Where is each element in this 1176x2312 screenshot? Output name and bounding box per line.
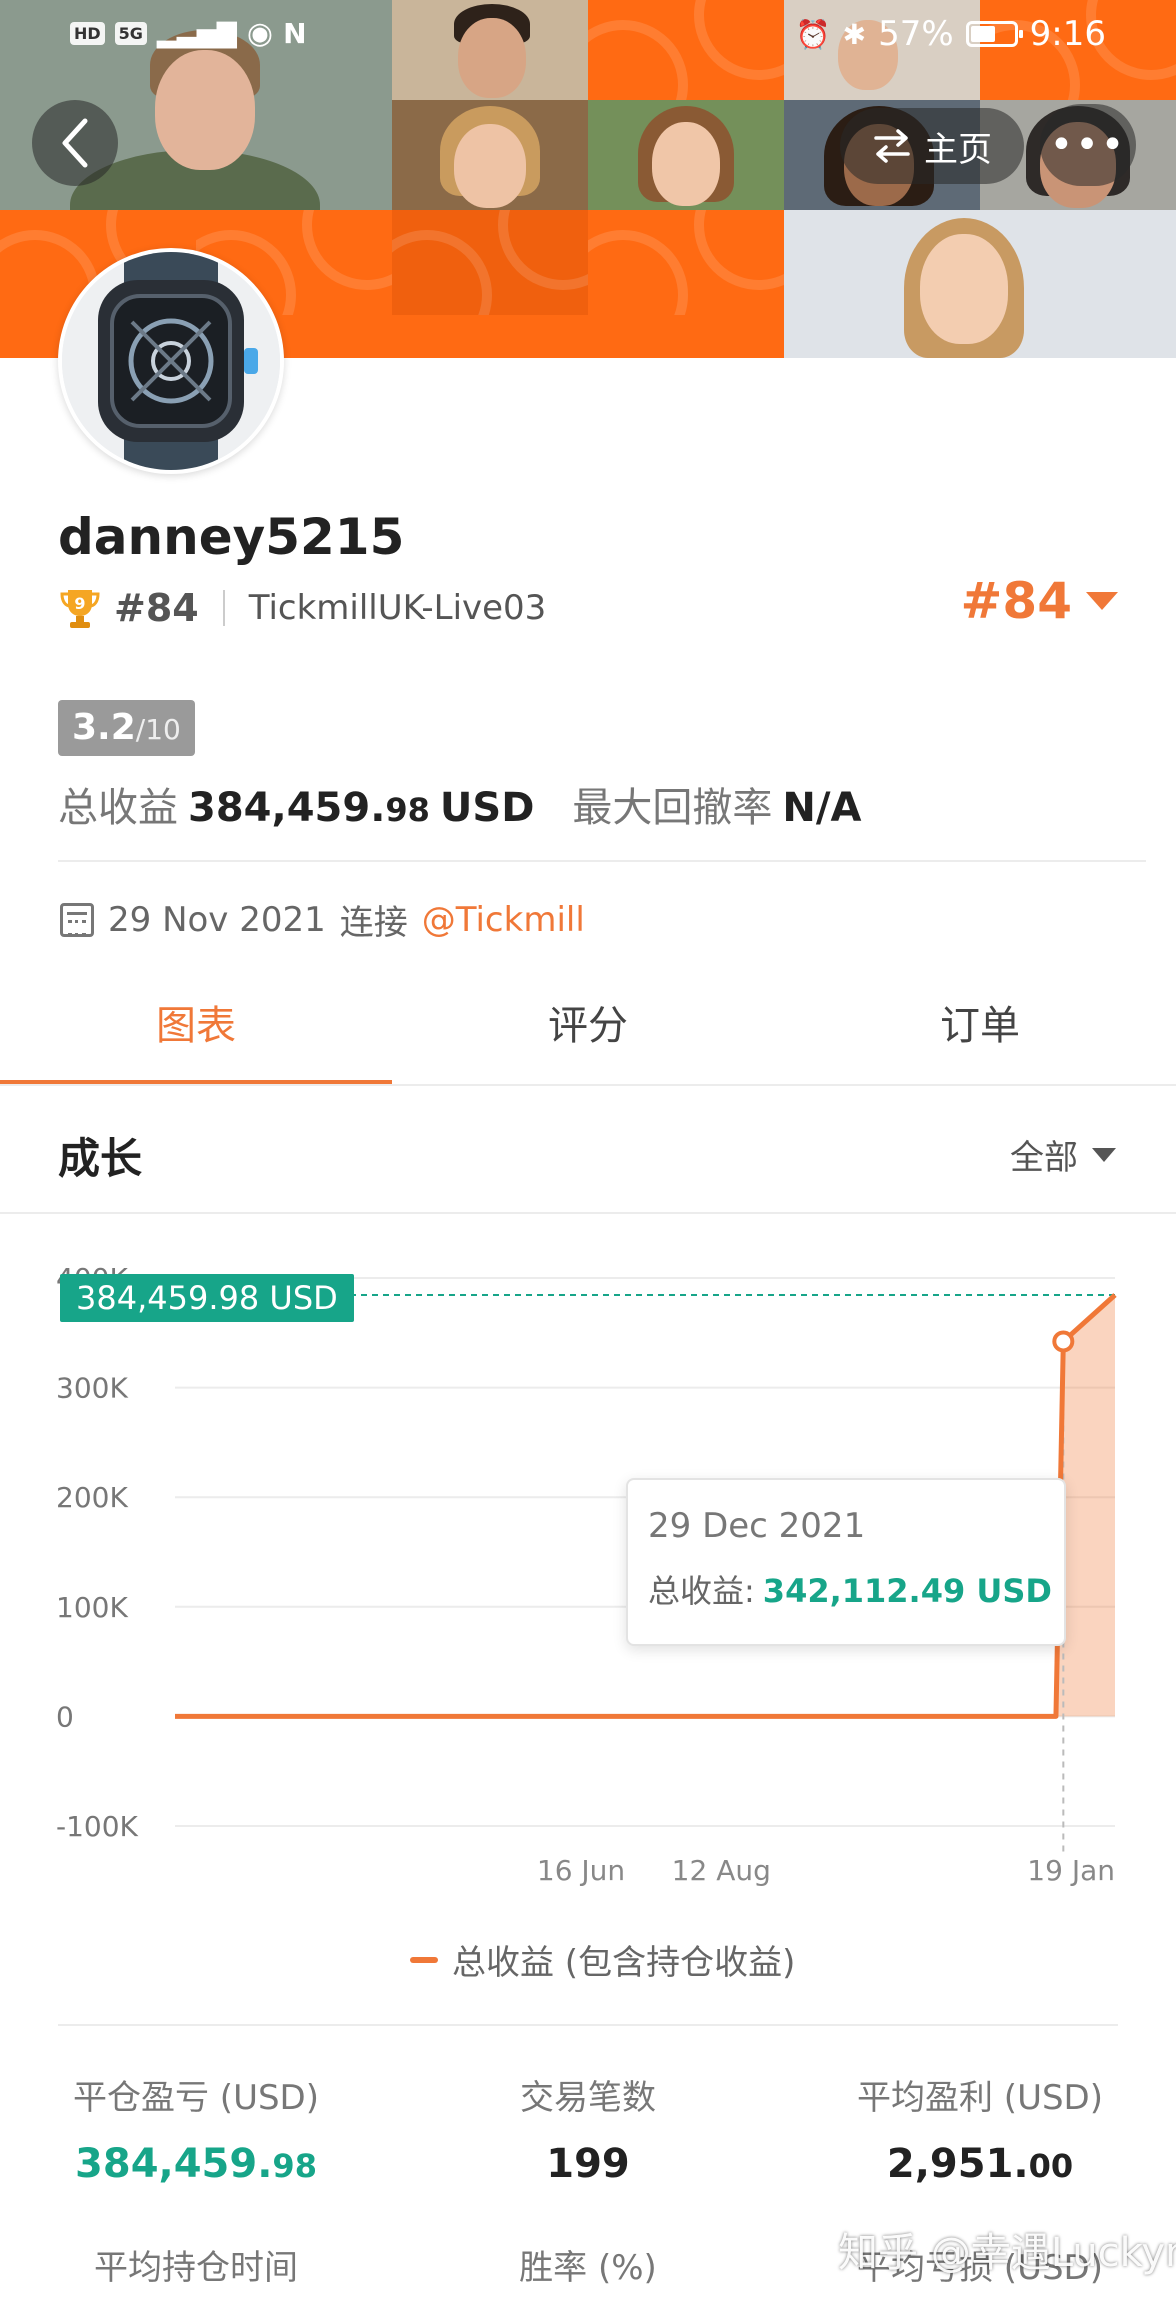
total-profit-dec: 98 [385,791,430,829]
divider [58,860,1146,862]
y-tick-label: -100K [56,1810,139,1843]
tooltip-value: 342,112.49 USD [762,1572,1052,1610]
total-profit-unit: USD [439,785,535,831]
max-drawdown-value: N/A [782,785,862,831]
bluetooth-icon: ✱ [842,17,867,51]
legend-label: 总收益 (包含持仓收益) [452,1943,796,1983]
x-tick-label: 12 Aug [672,1854,771,1887]
total-profit-value: 384,459.98 [188,785,430,831]
trophy-rank-number: 9 [74,594,85,613]
metric-label: 胜率 (%) [519,2248,657,2288]
max-drawdown-label: 最大回撤率 [572,785,773,831]
back-button[interactable] [32,100,118,186]
x-tick-label: 16 Jun [537,1854,625,1887]
y-tick-label: 0 [56,1700,74,1733]
rank-dropdown[interactable]: #84 [961,572,1118,630]
tab-orders[interactable]: 订单 [784,966,1176,1086]
battery-percent: 57% [878,14,954,54]
battery-icon [965,21,1023,47]
divider [0,1084,1176,1086]
y-tick-label: 200K [56,1481,128,1514]
more-button[interactable]: ••• [1040,104,1136,186]
server-name: TickmillUK-Live03 [248,588,547,628]
watermark: 知乎 @幸遇Luckyny [838,2230,1176,2276]
chevron-left-icon [62,118,88,168]
metric-value: 384,459.98 [0,2141,392,2187]
divider [58,2024,1118,2026]
clock-time: 9:16 [1029,14,1106,54]
connect-info: 29 Nov 2021 连接 @Tickmill [60,895,585,944]
metric-closed-pl: 平仓盈亏 (USD) 384,459.98 [0,2070,392,2187]
current-value-flag: 384,459.98 USD [60,1274,354,1322]
y-tick-label: 300K [56,1372,128,1405]
tooltip-label: 总收益: [648,1572,755,1610]
score-max: /10 [135,713,181,746]
series-point-highlight [1052,1330,1075,1353]
x-tick-label: 19 Jan [1027,1854,1115,1887]
divider [0,1212,1176,1214]
metric-label: 交易笔数 [520,2078,656,2118]
metric-win-rate: 胜率 (%) [392,2240,784,2289]
tab-rating[interactable]: 评分 [392,966,784,1086]
banner-photo [588,100,784,210]
metric-label: 平均盈利 (USD) [857,2078,1103,2118]
range-select[interactable]: 全部 [1010,1130,1116,1179]
tab-chart[interactable]: 图表 [0,966,392,1086]
chart-tooltip: 29 Dec 2021 总收益: 342,112.49 USD [626,1478,1066,1646]
total-profit-label: 总收益 [58,785,178,831]
caret-down-icon [1086,592,1118,610]
caret-down-icon [1092,1147,1116,1162]
total-profit-int: 384,459. [188,785,386,831]
connect-label: 连接 [339,903,408,943]
rank-small: #84 [114,586,199,630]
score-main: 3.2 [72,707,136,748]
legend-swatch [410,1956,438,1963]
section-title: 成长 [58,1134,143,1183]
summary-stats: 总收益 384,459.98 USD 最大回撤率 N/A [58,775,861,833]
metric-avg-hold-time: 平均持仓时间 [0,2240,392,2289]
metric-avg-profit: 平均盈利 (USD) 2,951.00 [784,2070,1176,2187]
metric-value-dec: 00 [1028,2147,1074,2185]
tooltip-row: 总收益: 342,112.49 USD [648,1566,1052,1612]
banner-photo [392,100,588,210]
y-tick-label: 100K [56,1591,128,1624]
status-bar: HD 5G ▂▃▅▇ ◉ N ⏰ ✱ 57% 9:16 [0,0,1176,70]
connect-date: 29 Nov 2021 [108,899,326,940]
chart-legend[interactable]: 总收益 (包含持仓收益) [410,1935,795,1984]
metric-label: 平仓盈亏 (USD) [73,2078,319,2118]
metric-value-int: 384,459. [75,2141,273,2187]
signal-icon: ▂▃▅▇ [156,18,237,49]
tooltip-date: 29 Dec 2021 [648,1506,866,1546]
rank-big-label: #84 [960,572,1072,630]
network-indicator: 5G [114,22,147,45]
calendar-icon [60,902,94,937]
nfc-icon: N [283,17,307,50]
metric-value: 2,951.00 [784,2141,1176,2187]
swap-icon [874,129,910,163]
rank-line: 9 #84 TickmillUK-Live03 [58,580,546,636]
metric-value-int: 199 [546,2141,630,2187]
home-button[interactable]: 主页 [840,108,1024,184]
watch-avatar-image [62,252,280,470]
divider [222,590,225,626]
score-badge: 3.2 /10 [58,700,195,756]
trophy-icon: 9 [58,586,102,630]
metric-value: 199 [392,2141,784,2187]
range-select-value: 全部 [1010,1138,1078,1178]
banner-photo [784,210,1176,358]
metric-trade-count: 交易笔数 199 [392,2070,784,2187]
home-label: 主页 [924,129,992,170]
avatar[interactable] [58,248,284,474]
alarm-icon: ⏰ [795,17,831,51]
metric-value-dec: 98 [272,2147,317,2185]
metric-value-int: 2,951. [886,2141,1029,2187]
eye-icon: ◉ [246,16,274,51]
broker-link[interactable]: @Tickmill [422,900,585,940]
hd-indicator: HD [70,22,105,45]
username: danney5215 [58,508,405,566]
tab-bar: 图表 评分 订单 [0,966,1176,1086]
metric-label: 平均持仓时间 [94,2248,298,2288]
more-dots-icon: ••• [1049,122,1127,168]
